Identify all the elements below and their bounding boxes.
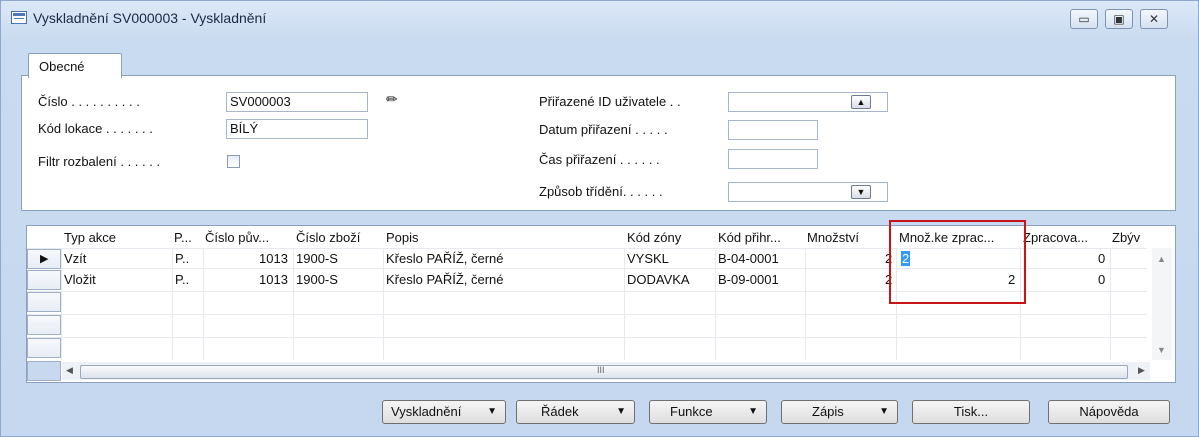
- napoveda-button[interactable]: Nápověda: [1048, 400, 1170, 424]
- scroll-down-icon[interactable]: ▼: [1157, 345, 1166, 355]
- cell-typ[interactable]: Vložit: [64, 272, 96, 287]
- cell-cislo-puv[interactable]: 1013: [259, 251, 288, 266]
- col-cislo-zbozi[interactable]: Číslo zboží: [296, 230, 360, 245]
- grid-corner: [27, 361, 61, 381]
- cell-popis[interactable]: Křeslo PAŘÍŽ, černé: [386, 272, 504, 287]
- datum-label: Datum přiřazení . . . . .: [539, 122, 668, 137]
- cell-zpracova[interactable]: 0: [1098, 272, 1105, 287]
- cell-p[interactable]: P..: [175, 251, 189, 266]
- cell-popis[interactable]: Křeslo PAŘÍŽ, černé: [386, 251, 504, 266]
- tab-obecne[interactable]: Obecné: [28, 53, 122, 78]
- button-label: Tisk...: [953, 404, 989, 419]
- col-zpracova[interactable]: Zpracova...: [1023, 230, 1088, 245]
- cell-cislo-puv[interactable]: 1013: [259, 272, 288, 287]
- button-label: Řádek: [541, 404, 579, 419]
- row-selector[interactable]: [27, 270, 61, 290]
- highlight-box: [889, 220, 1026, 304]
- datum-field[interactable]: [728, 120, 818, 140]
- lokace-label: Kód lokace . . . . . . .: [38, 121, 153, 136]
- row-marker-icon: ▶: [40, 253, 49, 265]
- row-selector[interactable]: [27, 338, 61, 358]
- col-popis[interactable]: Popis: [386, 230, 419, 245]
- close-button[interactable]: ✕: [1140, 9, 1168, 29]
- cell-typ[interactable]: Vzít: [64, 251, 86, 266]
- cell-p[interactable]: P..: [175, 272, 189, 287]
- row-selector[interactable]: [27, 315, 61, 335]
- button-label: Funkce: [670, 404, 713, 419]
- cas-label: Čas přiřazení . . . . . .: [539, 152, 660, 167]
- cell-cislo-zbozi[interactable]: 1900-S: [296, 251, 338, 266]
- minimize-button[interactable]: ▭: [1070, 9, 1098, 29]
- lokace-field[interactable]: BÍLÝ: [226, 119, 368, 139]
- scroll-left-icon[interactable]: ◀: [66, 365, 73, 376]
- col-cislo-puv[interactable]: Číslo pův...: [205, 230, 269, 245]
- zapis-button[interactable]: Zápis ▼: [781, 400, 898, 424]
- filtr-checkbox[interactable]: [227, 155, 240, 168]
- button-label: Zápis: [812, 404, 844, 419]
- scroll-thumb[interactable]: III: [80, 365, 1128, 379]
- window-icon: [11, 11, 27, 24]
- radek-button[interactable]: Řádek ▼: [516, 400, 635, 424]
- vertical-scrollbar[interactable]: ▲ ▼: [1152, 248, 1172, 360]
- chevron-down-icon: ▼: [879, 406, 889, 417]
- general-panel: Číslo . . . . . . . . . . SV000003 ✏ Kód…: [21, 75, 1176, 211]
- trideni-label: Způsob třídění. . . . . .: [539, 184, 663, 199]
- cell-zona[interactable]: DODAVKA: [627, 272, 690, 287]
- window-title: Vyskladnění SV000003 - Vyskladnění: [33, 10, 267, 26]
- button-label: Vyskladnění: [391, 404, 462, 419]
- chevron-down-icon: ▼: [748, 406, 758, 417]
- cell-zona[interactable]: VYSKL: [627, 251, 669, 266]
- chevron-down-icon: ▼: [616, 406, 626, 417]
- title-bar: Vyskladnění SV000003 - Vyskladnění ▭ ▣ ✕: [1, 1, 1198, 35]
- col-kod-zony[interactable]: Kód zóny: [627, 230, 681, 245]
- scroll-up-icon[interactable]: ▲: [1157, 254, 1166, 264]
- lookup-up-icon[interactable]: ▲: [851, 95, 871, 109]
- col-kod-prihr[interactable]: Kód přihr...: [718, 230, 781, 245]
- scroll-grip: III: [597, 365, 605, 375]
- grid-divider: [27, 337, 1147, 338]
- cislo-field[interactable]: SV000003: [226, 92, 368, 112]
- row-selector[interactable]: [27, 292, 61, 312]
- window: Vyskladnění SV000003 - Vyskladnění ▭ ▣ ✕…: [0, 0, 1199, 437]
- chevron-down-icon: ▼: [487, 406, 497, 417]
- col-typ-akce[interactable]: Typ akce: [64, 230, 116, 245]
- pencil-icon[interactable]: ✏: [386, 91, 404, 109]
- col-zbyv[interactable]: Zbýv: [1112, 230, 1140, 245]
- tab-label: Obecné: [39, 59, 85, 74]
- chevron-down-icon[interactable]: ▼: [851, 185, 871, 199]
- row-selector[interactable]: ▶: [27, 249, 61, 269]
- vyskladneni-button[interactable]: Vyskladnění ▼: [382, 400, 506, 424]
- cell-prihr[interactable]: B-04-0001: [718, 251, 779, 266]
- tisk-button[interactable]: Tisk...: [912, 400, 1030, 424]
- filtr-label: Filtr rozbalení . . . . . .: [38, 154, 161, 169]
- uzivatel-label: Přiřazené ID uživatele . .: [539, 94, 681, 109]
- cell-zpracova[interactable]: 0: [1098, 251, 1105, 266]
- funkce-button[interactable]: Funkce ▼: [649, 400, 767, 424]
- cas-field[interactable]: [728, 149, 818, 169]
- cell-prihr[interactable]: B-09-0001: [718, 272, 779, 287]
- cislo-label: Číslo . . . . . . . . . .: [38, 94, 140, 109]
- cell-cislo-zbozi[interactable]: 1900-S: [296, 272, 338, 287]
- col-mnozstvi[interactable]: Množství: [807, 230, 859, 245]
- horizontal-scrollbar[interactable]: ◀ III ▶: [62, 362, 1150, 380]
- grid-divider: [27, 314, 1147, 315]
- maximize-button[interactable]: ▣: [1105, 9, 1133, 29]
- scroll-right-icon[interactable]: ▶: [1138, 365, 1145, 376]
- col-p[interactable]: P...: [174, 230, 192, 245]
- button-label: Nápověda: [1079, 404, 1139, 419]
